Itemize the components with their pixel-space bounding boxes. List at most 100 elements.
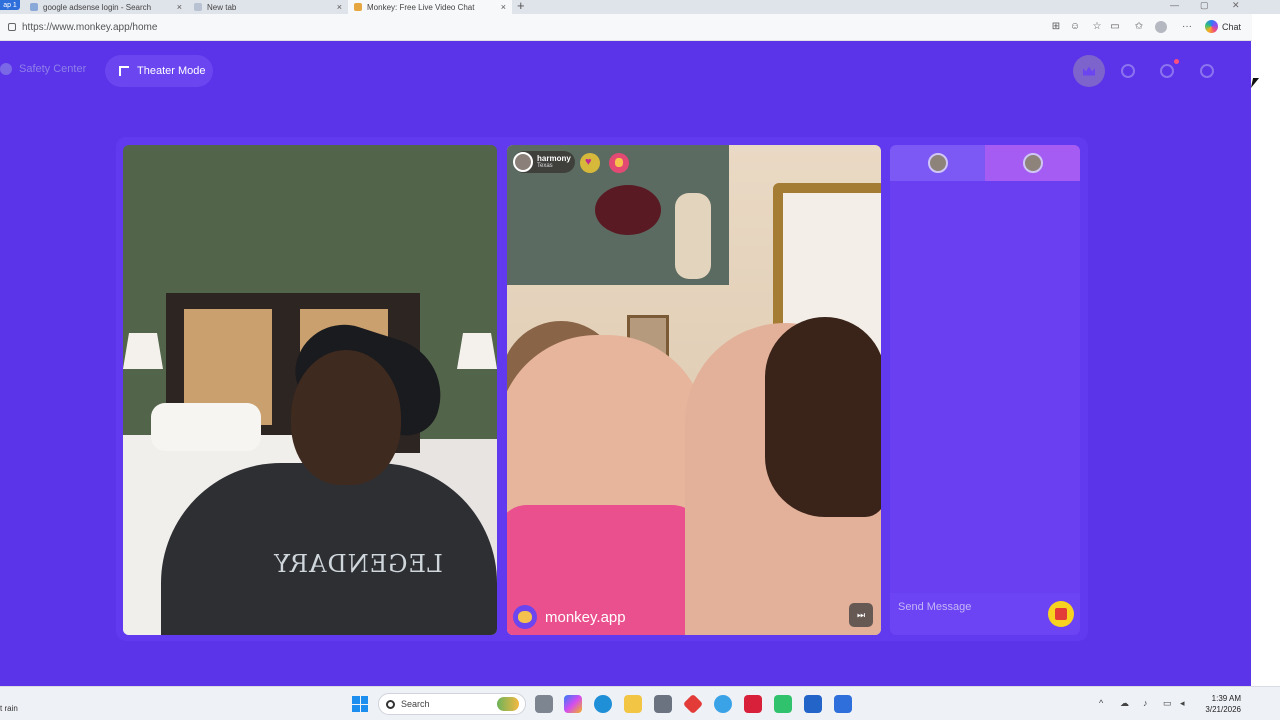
monkey-watermark: monkey.app: [513, 605, 626, 629]
lamp-right: [457, 333, 497, 369]
close-tab-icon[interactable]: ×: [501, 2, 506, 12]
more-menu-icon[interactable]: ···: [1181, 21, 1193, 33]
safety-center-link[interactable]: Safety Center: [0, 63, 86, 75]
chat-tab-local-user[interactable]: [890, 145, 985, 181]
messages-button[interactable]: [1151, 55, 1183, 87]
gift-button[interactable]: [1048, 601, 1074, 627]
windows-start-icon[interactable]: [352, 696, 368, 712]
avatar: [927, 153, 948, 173]
network-icon[interactable]: ▭: [1163, 698, 1172, 709]
tab-title: Monkey: Free Live Video Chat: [367, 2, 475, 12]
close-tab-icon[interactable]: ×: [337, 2, 342, 12]
close-tab-icon[interactable]: ×: [177, 2, 182, 12]
volume-icon[interactable]: ◂: [1180, 698, 1185, 709]
outlook-icon[interactable]: [804, 695, 822, 713]
app-blue-icon[interactable]: [834, 695, 852, 713]
crown-icon: [1083, 66, 1095, 76]
send-message-field[interactable]: Send Message: [890, 593, 1080, 635]
monkey-avatar-icon: [1200, 64, 1214, 78]
remote-user-label[interactable]: harmony Texas: [513, 151, 575, 173]
clock-date: 3/21/2026: [1205, 705, 1241, 714]
person-body: [161, 463, 497, 635]
cloud-icon[interactable]: ☁: [1120, 698, 1129, 709]
profile-button[interactable]: [1191, 55, 1223, 87]
lock-icon[interactable]: [8, 23, 16, 31]
shirt-print: LEGENDARY: [273, 550, 443, 578]
taskbar-clock[interactable]: 1:39 AM 3/21/2026: [1196, 693, 1241, 715]
theater-mode-button[interactable]: Theater Mode: [105, 55, 213, 87]
phone-link-icon[interactable]: [774, 695, 792, 713]
microphone-icon[interactable]: ♪: [1143, 698, 1148, 708]
search-icon: [386, 699, 395, 709]
smiley-icon[interactable]: ☺: [1069, 21, 1081, 33]
chat-panel: Send Message: [890, 145, 1080, 635]
safety-center-label: Safety Center: [19, 63, 87, 75]
file-explorer-icon[interactable]: [624, 695, 642, 713]
next-button[interactable]: ⏭: [849, 603, 873, 627]
security-app-icon[interactable]: [744, 695, 762, 713]
apps-icon[interactable]: ⊞: [1050, 21, 1062, 33]
maximize-icon[interactable]: ▢: [1200, 0, 1209, 11]
remote-user-name: harmony: [537, 154, 571, 163]
tab-new-tab[interactable]: New tab ×: [188, 0, 348, 14]
expand-icon: [119, 66, 129, 76]
task-view-icon[interactable]: [535, 695, 553, 713]
edge-icon[interactable]: [594, 695, 612, 713]
heart-badge-icon[interactable]: [580, 153, 600, 173]
copilot-chat-button[interactable]: Chat: [1205, 20, 1241, 33]
favorites-icon[interactable]: ✩: [1133, 21, 1145, 33]
chat-tab-remote-user[interactable]: [985, 145, 1080, 181]
new-tab-button[interactable]: +: [517, 0, 525, 13]
tab-google-adsense[interactable]: google adsense login - Search ×: [24, 0, 188, 14]
history-button[interactable]: [1112, 55, 1144, 87]
url-field[interactable]: https://www.monkey.app/home: [22, 22, 157, 33]
gift-icon: [1055, 608, 1067, 620]
pillow: [151, 403, 261, 451]
plush-toy: [675, 193, 711, 279]
search-icon: [30, 3, 38, 11]
person-head: [291, 350, 401, 485]
store-icon[interactable]: [654, 695, 672, 713]
theater-mode-label: Theater Mode: [137, 65, 206, 77]
tray-overflow-icon[interactable]: ^: [1099, 698, 1103, 708]
clock-icon: [1121, 64, 1135, 78]
scrollbar[interactable]: [1251, 41, 1280, 686]
chrome-icon[interactable]: [714, 695, 732, 713]
monkey-favicon-icon: [354, 3, 362, 11]
tab-title: google adsense login - Search: [43, 2, 152, 12]
premium-crown-button[interactable]: [1073, 55, 1105, 87]
taskbar: t rain Search ^ ☁ ♪ ▭ ◂ 1:39 AM 3/21/202…: [0, 686, 1280, 720]
address-bar: https://www.monkey.app/home ⊞ ☺ ☆ ▭ ✩ ··…: [0, 14, 1252, 41]
taskbar-search[interactable]: Search: [378, 693, 526, 715]
video-icon[interactable]: ▭: [1109, 21, 1121, 33]
monkey-logo-icon: [513, 605, 537, 629]
close-window-icon[interactable]: ✕: [1232, 0, 1240, 11]
tab-title: New tab: [207, 2, 237, 12]
taskbar-search-label: Search: [401, 699, 430, 709]
copilot-icon: [1205, 20, 1218, 33]
lamp-left: [123, 333, 163, 369]
search-highlight-icon: [497, 697, 519, 711]
notification-dot: [1174, 59, 1179, 64]
browser-tab-strip: ap 1 google adsense login - Search × New…: [0, 0, 1280, 14]
flowers: [595, 185, 661, 235]
weather-widget[interactable]: t rain: [0, 704, 18, 713]
send-message-placeholder: Send Message: [898, 601, 972, 613]
copilot-app-icon[interactable]: [564, 695, 582, 713]
minimize-icon[interactable]: —: [1170, 0, 1179, 10]
monkey-badge-icon[interactable]: [609, 153, 629, 173]
remote-user-location: Texas: [537, 163, 553, 169]
chat-label: Chat: [1222, 21, 1242, 32]
remote-video: harmony Texas monkey.app ⏭: [507, 145, 881, 635]
favorite-star-icon[interactable]: ☆: [1091, 21, 1103, 33]
app-red-icon[interactable]: [682, 693, 704, 715]
monkey-page: Safety Center Theater Mode LEGENDARY har…: [0, 41, 1251, 686]
workspace-badge[interactable]: ap 1: [0, 0, 20, 10]
watermark-text: monkey.app: [545, 608, 626, 626]
clock-time: 1:39 AM: [1211, 694, 1241, 703]
profile-avatar-icon[interactable]: [1155, 21, 1167, 33]
shield-icon: [0, 63, 12, 75]
tab-monkey[interactable]: Monkey: Free Live Video Chat ×: [348, 0, 512, 14]
avatar: [513, 152, 533, 172]
new-tab-icon: [194, 3, 202, 11]
